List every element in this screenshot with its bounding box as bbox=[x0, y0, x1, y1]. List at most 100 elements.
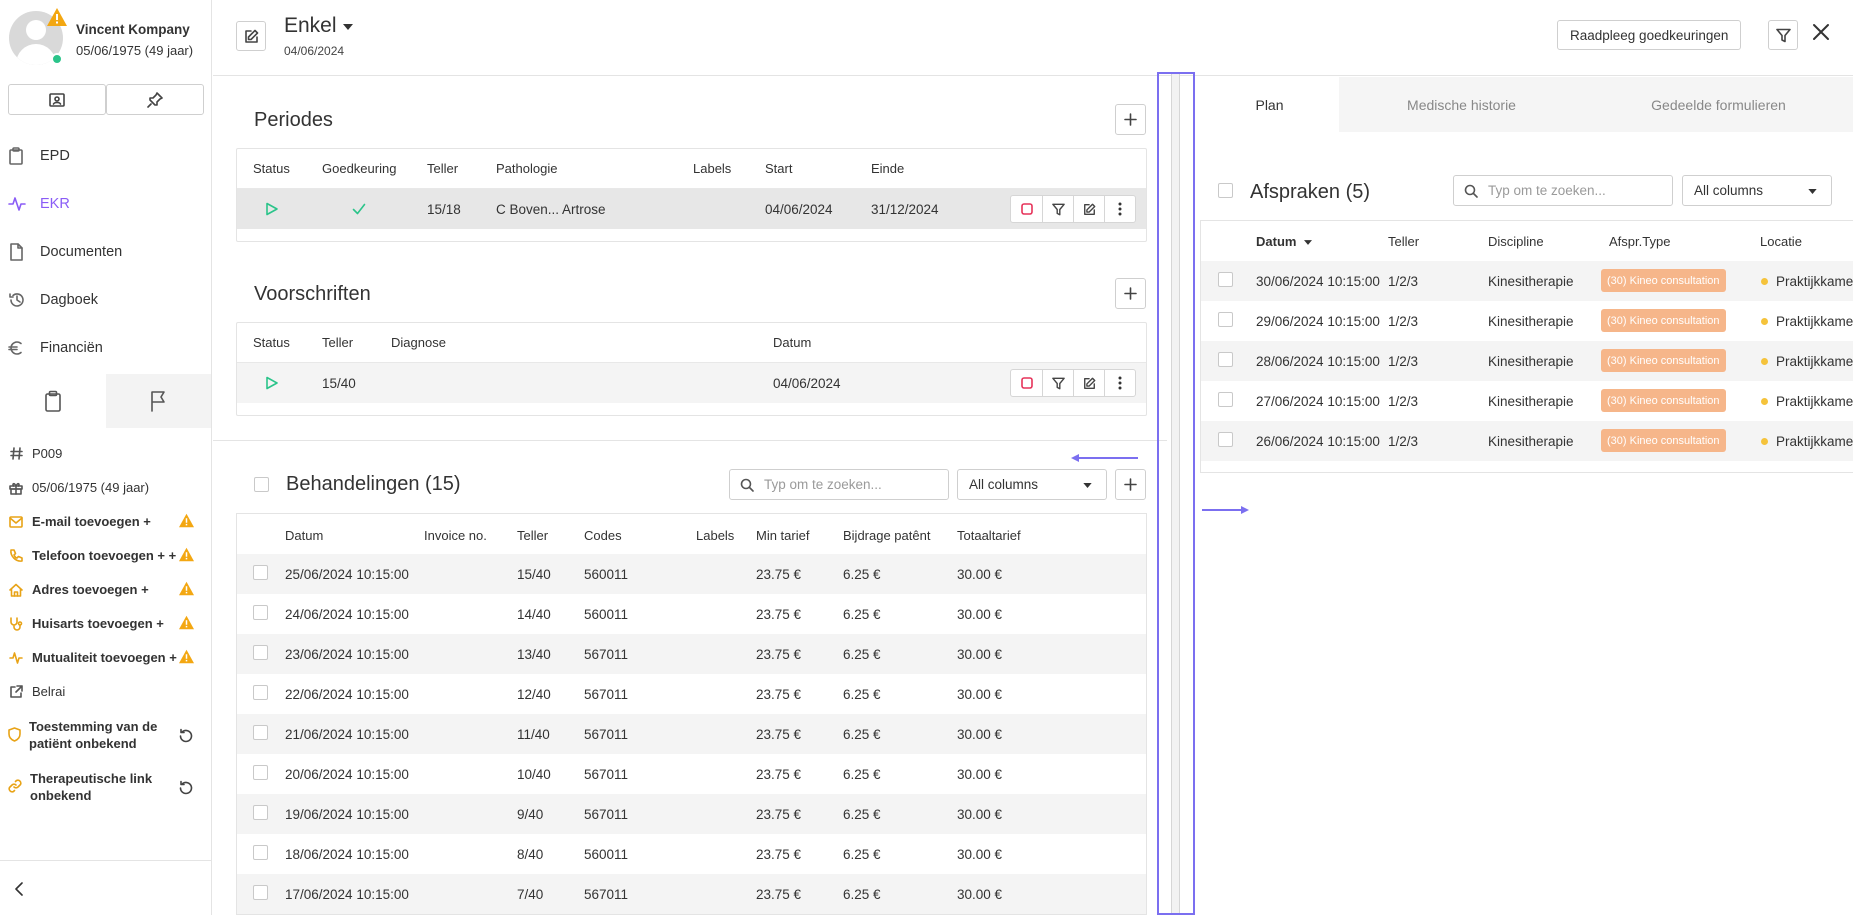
table-row[interactable]: 15/40 04/06/2024 bbox=[237, 363, 1146, 403]
table-row[interactable]: 23/06/2024 10:15:00 13/40 567011 23.75 € 6.2… bbox=[237, 634, 1146, 674]
table-row[interactable]: 18/06/2024 10:15:00 8/40 560011 23.75 € 6.25… bbox=[237, 834, 1146, 874]
more-vertical-icon bbox=[1118, 202, 1122, 216]
add-periode-button[interactable] bbox=[1115, 104, 1146, 135]
add-mutuality-link[interactable]: Mutualiteit toevoegen + bbox=[8, 650, 177, 665]
close-icon[interactable] bbox=[1811, 22, 1831, 42]
add-address-link[interactable]: Adres toevoegen + bbox=[8, 582, 149, 597]
cell-einde: 31/12/2024 bbox=[871, 202, 939, 217]
more-button[interactable] bbox=[1104, 370, 1135, 396]
refresh-icon[interactable] bbox=[178, 780, 194, 796]
consult-approvals-button[interactable]: Raadpleeg goedkeuringen bbox=[1557, 20, 1742, 50]
search-input[interactable]: Typ om te zoeken... bbox=[1453, 175, 1673, 206]
col-header: Datum bbox=[773, 335, 812, 350]
cell-teller: 14/40 bbox=[517, 607, 551, 622]
cell-codes: 560011 bbox=[584, 567, 629, 582]
col-header: Teller bbox=[427, 161, 459, 176]
caret-down-icon[interactable] bbox=[343, 24, 353, 30]
row-checkbox[interactable] bbox=[253, 845, 268, 860]
refresh-icon[interactable] bbox=[178, 728, 194, 744]
cell-min: 23.75 € bbox=[756, 687, 802, 702]
stop-button[interactable] bbox=[1011, 370, 1042, 396]
nav-item-ekr[interactable]: EKR bbox=[0, 184, 211, 224]
table-row[interactable]: 30/06/2024 10:15:00 1/2/3 Kinesitherapie (3… bbox=[1201, 261, 1853, 301]
stop-button[interactable] bbox=[1011, 196, 1042, 222]
add-email-link[interactable]: E-mail toevoegen + bbox=[8, 514, 151, 529]
table-row[interactable]: 26/06/2024 10:15:00 1/2/3 Kinesitherapie (3… bbox=[1201, 421, 1853, 461]
edit-row-button[interactable] bbox=[1073, 196, 1104, 222]
tab-plan[interactable]: Plan bbox=[1200, 77, 1339, 132]
table-row[interactable]: 15/18 C Boven... Artrose 04/06/2024 31/1… bbox=[237, 189, 1146, 229]
table-row[interactable]: 29/06/2024 10:15:00 1/2/3 Kinesitherapie (3… bbox=[1201, 301, 1853, 341]
belrai-link[interactable]: Belrai bbox=[8, 684, 65, 699]
row-checkbox[interactable] bbox=[253, 685, 268, 700]
tab-clipboard[interactable] bbox=[0, 374, 106, 428]
row-checkbox[interactable] bbox=[253, 765, 268, 780]
cell-datum: 21/06/2024 10:15:00 bbox=[285, 727, 409, 742]
search-input[interactable]: Typ om te zoeken... bbox=[729, 469, 949, 500]
select-all-checkbox[interactable] bbox=[1218, 183, 1233, 198]
appointment-type-badge: (30) Kineo consultation bbox=[1601, 429, 1726, 452]
nav-item-epd[interactable]: EPD bbox=[0, 136, 211, 176]
table-row[interactable]: 24/06/2024 10:15:00 14/40 560011 23.75 € 6.2… bbox=[237, 594, 1146, 634]
table-row[interactable]: 21/06/2024 10:15:00 11/40 567011 23.75 € 6.2… bbox=[237, 714, 1146, 754]
row-checkbox[interactable] bbox=[1218, 272, 1233, 287]
filter-row-button[interactable] bbox=[1042, 196, 1073, 222]
add-gp-link[interactable]: Huisarts toevoegen + bbox=[8, 616, 164, 631]
tab-gedeelde-formulieren[interactable]: Gedeelde formulieren bbox=[1584, 77, 1853, 132]
table-row[interactable]: 20/06/2024 10:15:00 10/40 567011 23.75 € 6.2… bbox=[237, 754, 1146, 794]
add-voorschrift-button[interactable] bbox=[1115, 278, 1146, 309]
table-row[interactable]: 17/06/2024 10:15:00 7/40 567011 23.75 € 6.25… bbox=[237, 874, 1146, 914]
patient-card-button[interactable] bbox=[8, 84, 106, 115]
more-vertical-icon bbox=[1118, 376, 1122, 390]
row-checkbox[interactable] bbox=[253, 645, 268, 660]
nav-item-documenten[interactable]: Documenten bbox=[0, 232, 211, 272]
cell-teller: 1/2/3 bbox=[1388, 394, 1419, 409]
row-checkbox[interactable] bbox=[253, 885, 268, 900]
activity-icon bbox=[8, 197, 26, 211]
add-behandeling-button[interactable] bbox=[1115, 469, 1146, 500]
col-header: Codes bbox=[584, 528, 622, 543]
cell-bijdrage: 6.25 € bbox=[843, 567, 881, 582]
row-checkbox[interactable] bbox=[1218, 432, 1233, 447]
table-row[interactable]: 27/06/2024 10:15:00 1/2/3 Kinesitherapie (3… bbox=[1201, 381, 1853, 421]
edit-icon bbox=[1083, 203, 1095, 215]
column-filter-select[interactable]: All columns bbox=[1682, 175, 1832, 206]
search-icon bbox=[1464, 184, 1478, 198]
row-checkbox[interactable] bbox=[1218, 352, 1233, 367]
row-checkbox[interactable] bbox=[253, 805, 268, 820]
nav-item-dagboek[interactable]: Dagboek bbox=[0, 280, 211, 320]
table-row[interactable]: 19/06/2024 10:15:00 9/40 567011 23.75 € 6.25… bbox=[237, 794, 1146, 834]
col-header[interactable]: Datum bbox=[285, 528, 323, 543]
edit-row-button[interactable] bbox=[1073, 370, 1104, 396]
edit-title-button[interactable] bbox=[236, 21, 266, 51]
table-row[interactable]: 22/06/2024 10:15:00 12/40 567011 23.75 € 6.2… bbox=[237, 674, 1146, 714]
add-phone-link[interactable]: Telefoon toevoegen + + bbox=[8, 548, 176, 563]
select-all-checkbox[interactable] bbox=[254, 477, 269, 492]
row-checkbox[interactable] bbox=[1218, 392, 1233, 407]
arrow-left-icon bbox=[1071, 454, 1138, 462]
select-value: All columns bbox=[969, 477, 1039, 492]
table-row[interactable]: 28/06/2024 10:15:00 1/2/3 Kinesitherapie (3… bbox=[1201, 341, 1853, 381]
filter-row-button[interactable] bbox=[1042, 370, 1073, 396]
row-checkbox[interactable] bbox=[253, 725, 268, 740]
row-checkbox[interactable] bbox=[253, 565, 268, 580]
more-button[interactable] bbox=[1104, 196, 1135, 222]
row-checkbox[interactable] bbox=[253, 605, 268, 620]
row-checkbox[interactable] bbox=[1218, 312, 1233, 327]
pin-button[interactable] bbox=[106, 84, 204, 115]
column-filter-select[interactable]: All columns bbox=[957, 469, 1107, 500]
tab-medische-historie[interactable]: Medische historie bbox=[1339, 77, 1584, 132]
cell-teller: 10/40 bbox=[517, 767, 551, 782]
filter-icon bbox=[1775, 28, 1791, 42]
nav-item-financien[interactable]: Financiën bbox=[0, 328, 211, 368]
resize-bar[interactable] bbox=[1171, 74, 1180, 913]
chevron-left-icon[interactable] bbox=[12, 881, 26, 897]
tab-flag[interactable] bbox=[105, 374, 211, 428]
table-row[interactable]: 25/06/2024 10:15:00 15/40 560011 23.75 € 6.2… bbox=[237, 554, 1146, 594]
panel-resize-handle[interactable] bbox=[1157, 72, 1195, 915]
page-title[interactable]: Enkel bbox=[284, 14, 337, 38]
sort-desc-icon[interactable] bbox=[1304, 240, 1312, 245]
col-header-datum[interactable]: Datum bbox=[1256, 234, 1296, 249]
filter-button[interactable] bbox=[1768, 20, 1798, 50]
cell-discipline: Kinesitherapie bbox=[1488, 394, 1574, 409]
